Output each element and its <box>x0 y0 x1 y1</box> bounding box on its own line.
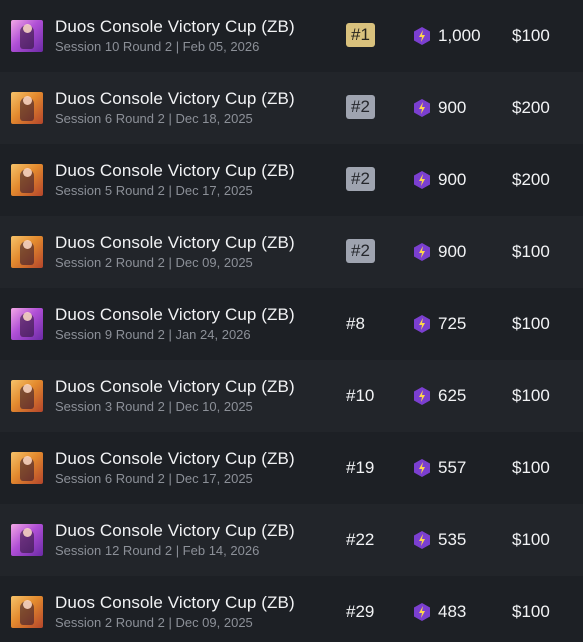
points-value: 483 <box>438 602 467 621</box>
prize-value: $200 <box>512 170 550 189</box>
event-thumbnail <box>11 380 43 412</box>
prize-value: $200 <box>512 98 550 117</box>
event-title: Duos Console Victory Cup (ZB) <box>55 377 295 396</box>
event-session-date: Session 6 Round 2 | Dec 18, 2025 <box>55 111 253 126</box>
event-session-date: Session 10 Round 2 | Feb 05, 2026 <box>55 39 260 54</box>
event-thumbnail <box>11 596 43 628</box>
event-thumbnail <box>11 92 43 124</box>
result-row[interactable]: Duos Console Victory Cup (ZB) Session 12… <box>0 504 583 576</box>
event-thumbnail <box>11 308 43 340</box>
placement-label: #29 <box>346 602 375 621</box>
prize-value: $100 <box>512 26 550 45</box>
points-icon <box>414 27 430 45</box>
event-title: Duos Console Victory Cup (ZB) <box>55 449 295 468</box>
event-session-date: Session 5 Round 2 | Dec 17, 2025 <box>55 183 253 198</box>
points-icon <box>414 387 430 405</box>
points-icon <box>414 603 430 621</box>
event-session-date: Session 12 Round 2 | Feb 14, 2026 <box>55 543 260 558</box>
result-row[interactable]: Duos Console Victory Cup (ZB) Session 6 … <box>0 432 583 504</box>
event-title: Duos Console Victory Cup (ZB) <box>55 17 295 36</box>
points-value: 1,000 <box>438 26 481 45</box>
prize-value: $100 <box>512 530 550 549</box>
placement-badge: #1 <box>346 23 375 47</box>
points-value: 900 <box>438 170 467 189</box>
event-session-date: Session 3 Round 2 | Dec 10, 2025 <box>55 399 253 414</box>
result-row[interactable]: Duos Console Victory Cup (ZB) Session 5 … <box>0 144 583 216</box>
event-session-date: Session 9 Round 2 | Jan 24, 2026 <box>55 327 251 342</box>
points-icon <box>414 315 430 333</box>
points-icon <box>414 459 430 477</box>
result-row[interactable]: Duos Console Victory Cup (ZB) Session 9 … <box>0 288 583 360</box>
placement-label: #8 <box>346 314 365 333</box>
placement-label: #19 <box>346 458 375 477</box>
points-icon <box>414 243 430 261</box>
points-value: 535 <box>438 530 467 549</box>
placement-badge: #2 <box>346 239 375 263</box>
result-row[interactable]: Duos Console Victory Cup (ZB) Session 2 … <box>0 576 583 642</box>
tournament-results-list: Duos Console Victory Cup (ZB) Session 10… <box>0 0 583 642</box>
event-title: Duos Console Victory Cup (ZB) <box>55 161 295 180</box>
event-session-date: Session 2 Round 2 | Dec 09, 2025 <box>55 255 253 270</box>
event-title: Duos Console Victory Cup (ZB) <box>55 521 295 540</box>
event-title: Duos Console Victory Cup (ZB) <box>55 233 295 252</box>
points-icon <box>414 531 430 549</box>
event-thumbnail <box>11 236 43 268</box>
prize-value: $100 <box>512 314 550 333</box>
event-thumbnail <box>11 164 43 196</box>
points-value: 557 <box>438 458 467 477</box>
points-icon <box>414 171 430 189</box>
event-title: Duos Console Victory Cup (ZB) <box>55 89 295 108</box>
event-thumbnail <box>11 20 43 52</box>
points-value: 900 <box>438 242 467 261</box>
event-session-date: Session 2 Round 2 | Dec 09, 2025 <box>55 615 253 630</box>
result-row[interactable]: Duos Console Victory Cup (ZB) Session 2 … <box>0 216 583 288</box>
points-icon <box>414 99 430 117</box>
result-row[interactable]: Duos Console Victory Cup (ZB) Session 6 … <box>0 72 583 144</box>
prize-value: $100 <box>512 386 550 405</box>
event-session-date: Session 6 Round 2 | Dec 17, 2025 <box>55 471 253 486</box>
event-thumbnail <box>11 524 43 556</box>
points-value: 725 <box>438 314 467 333</box>
placement-label: #22 <box>346 530 375 549</box>
event-title: Duos Console Victory Cup (ZB) <box>55 593 295 612</box>
result-row[interactable]: Duos Console Victory Cup (ZB) Session 10… <box>0 0 583 72</box>
event-title: Duos Console Victory Cup (ZB) <box>55 305 295 324</box>
prize-value: $100 <box>512 242 550 261</box>
points-value: 900 <box>438 98 467 117</box>
placement-badge: #2 <box>346 167 375 191</box>
placement-badge: #2 <box>346 95 375 119</box>
placement-label: #10 <box>346 386 375 405</box>
result-row[interactable]: Duos Console Victory Cup (ZB) Session 3 … <box>0 360 583 432</box>
prize-value: $100 <box>512 602 550 621</box>
event-thumbnail <box>11 452 43 484</box>
points-value: 625 <box>438 386 467 405</box>
prize-value: $100 <box>512 458 550 477</box>
